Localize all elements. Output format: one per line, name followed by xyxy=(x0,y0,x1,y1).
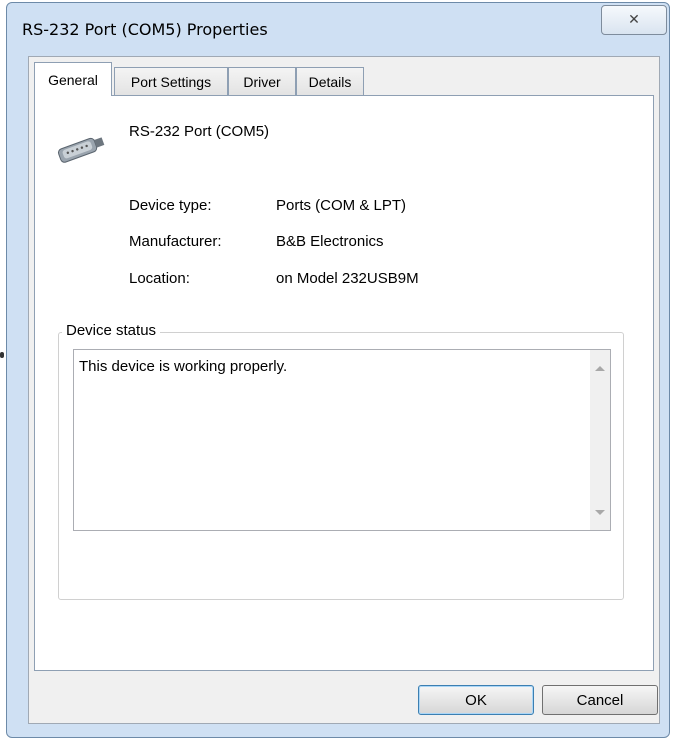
location-label: Location: xyxy=(129,270,190,287)
serial-port-connector-icon xyxy=(57,137,105,163)
status-scrollbar[interactable] xyxy=(590,350,610,530)
tab-general[interactable]: General xyxy=(34,62,112,96)
tab-label: Port Settings xyxy=(130,73,212,90)
background-artifact xyxy=(0,352,4,358)
close-button[interactable]: ✕ xyxy=(601,5,667,35)
tab-label: General xyxy=(48,71,98,88)
tab-driver[interactable]: Driver xyxy=(228,67,296,95)
cancel-button-label: Cancel xyxy=(576,691,624,709)
device-name: RS-232 Port (COM5) xyxy=(129,123,270,140)
ok-button[interactable]: OK xyxy=(418,685,534,715)
device-status-label: Device status xyxy=(62,322,161,339)
manufacturer-value: B&B Electronics xyxy=(276,233,384,250)
scroll-up-icon[interactable] xyxy=(595,366,605,371)
close-icon: ✕ xyxy=(628,12,640,28)
tab-label: Details xyxy=(308,73,352,90)
tab-details[interactable]: Details xyxy=(296,67,364,95)
scroll-down-icon[interactable] xyxy=(595,510,605,515)
manufacturer-label: Manufacturer: xyxy=(129,233,222,250)
device-type-label: Device type: xyxy=(129,197,212,214)
device-status-text: This device is working properly. xyxy=(79,358,288,375)
tab-label: Driver xyxy=(243,73,281,90)
window-title: RS-232 Port (COM5) Properties xyxy=(22,20,268,39)
ok-button-label: OK xyxy=(465,691,487,709)
cancel-button[interactable]: Cancel xyxy=(542,685,658,715)
device-type-value: Ports (COM & LPT) xyxy=(276,197,407,214)
location-value: on Model 232USB9M xyxy=(276,270,419,287)
device-status-textbox[interactable]: This device is working properly. xyxy=(73,349,611,531)
tab-port-settings[interactable]: Port Settings xyxy=(114,67,228,95)
